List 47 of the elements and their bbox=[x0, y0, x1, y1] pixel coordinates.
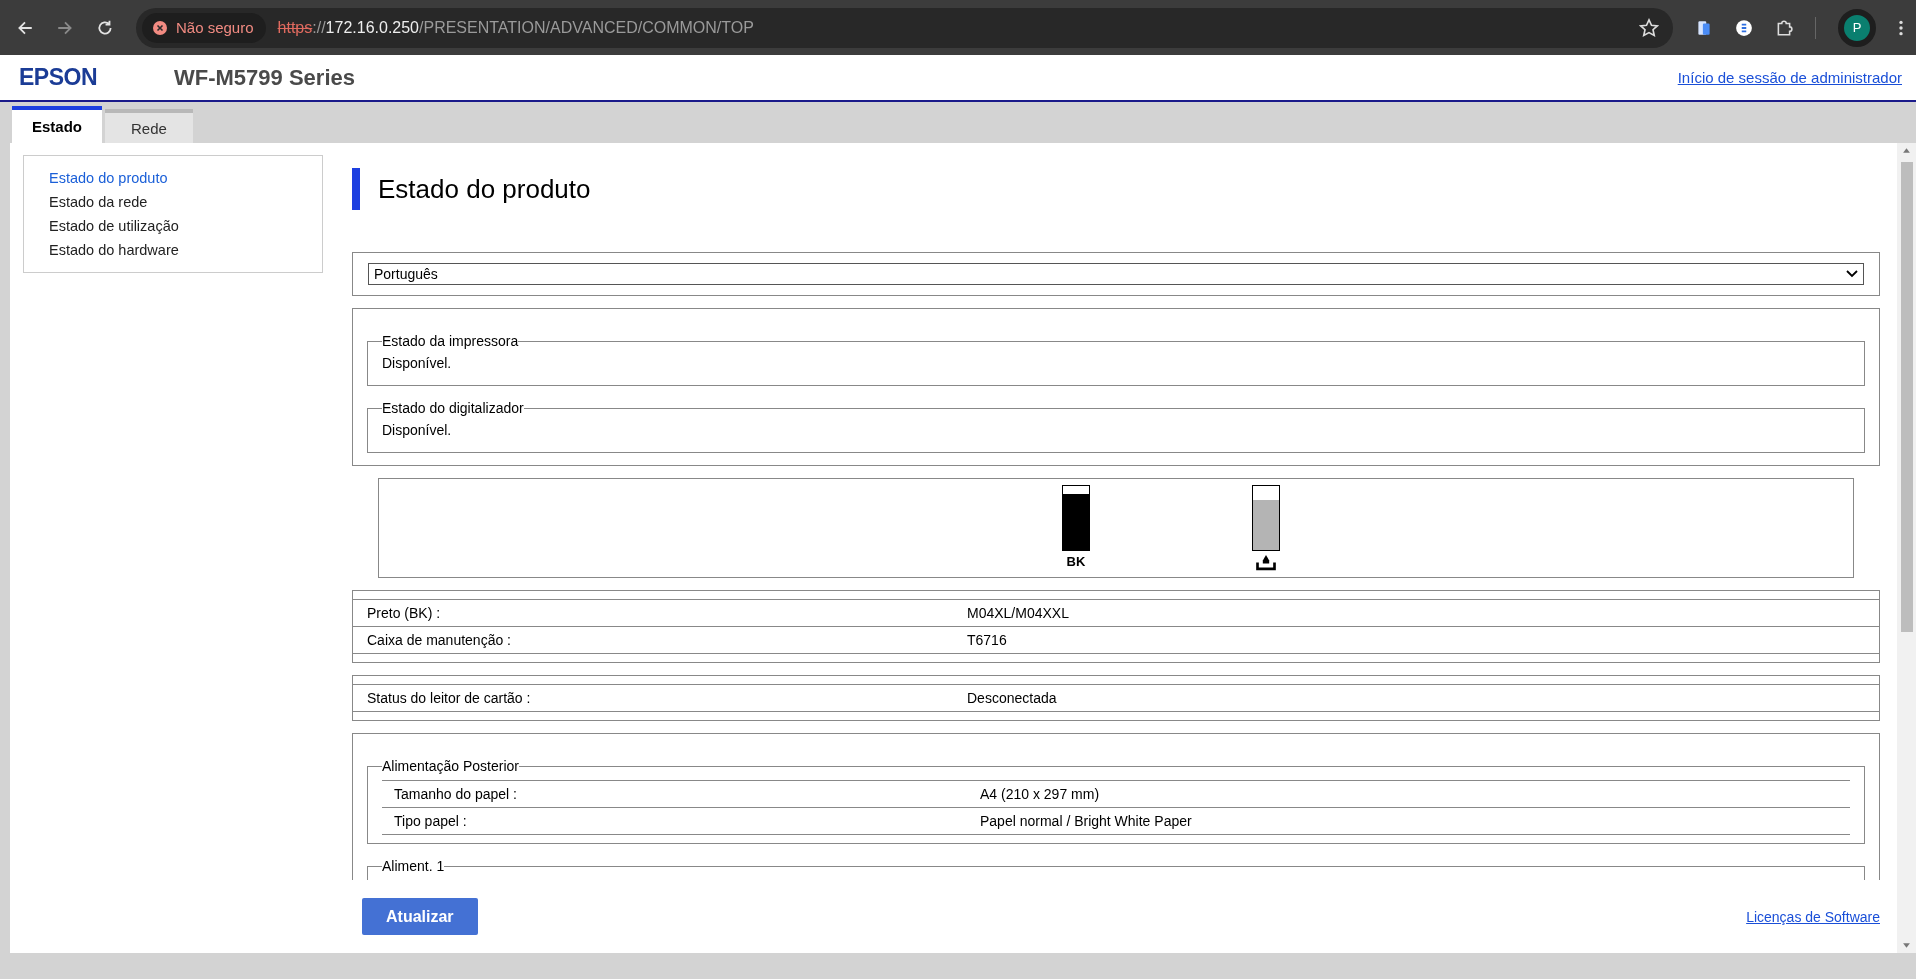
sidebar-item[interactable]: Estado do hardware bbox=[49, 242, 322, 258]
page-title: Estado do produto bbox=[352, 168, 1880, 210]
tab[interactable]: Rede bbox=[105, 109, 193, 143]
row-label: Status do leitor de cartão : bbox=[367, 690, 532, 706]
row-value: Desconectada bbox=[967, 690, 1057, 706]
row-value: A4 (210 x 297 mm) bbox=[980, 786, 1100, 802]
row-value: T6716 bbox=[967, 632, 1007, 648]
url-text: https://172.16.0.250/PRESENTATION/ADVANCED/COMMON/TOP bbox=[277, 18, 755, 37]
star-icon[interactable] bbox=[1639, 17, 1659, 38]
language-select[interactable]: Português bbox=[368, 263, 1864, 285]
row-label: Caixa de manutenção : bbox=[367, 632, 512, 648]
row-label: Preto (BK) : bbox=[367, 605, 442, 621]
group-legend: Alimentação Posterior bbox=[382, 758, 519, 774]
security-chip[interactable]: Não seguro bbox=[142, 12, 266, 43]
group-legend: Estado da impressora bbox=[382, 333, 519, 349]
sidebar-item[interactable]: Estado da rede bbox=[49, 194, 322, 210]
row-label: Tamanho do papel : bbox=[394, 786, 518, 802]
phone-icon[interactable] bbox=[1695, 18, 1713, 37]
puzzle-icon[interactable] bbox=[1775, 18, 1793, 37]
group-legend: Estado do digitalizador bbox=[382, 400, 524, 416]
admin-login-link[interactable]: Início de sessão de administrador bbox=[1677, 69, 1902, 86]
reload-icon[interactable] bbox=[96, 18, 114, 37]
row-value: Papel normal / Bright White Paper bbox=[980, 813, 1192, 829]
model-title: WF-M5799 Series bbox=[174, 64, 356, 91]
scrollbar[interactable] bbox=[1897, 143, 1916, 953]
scrollbar-thumb[interactable] bbox=[1900, 162, 1913, 632]
sidebar-item[interactable]: Estado do produto bbox=[49, 170, 322, 186]
chevron-icon bbox=[1846, 270, 1858, 278]
sidebar-item[interactable]: Estado de utilização bbox=[49, 218, 322, 234]
maintenance-box-icon bbox=[1255, 554, 1277, 571]
status-text: Disponível. bbox=[382, 355, 453, 371]
logo: EPSON bbox=[19, 64, 99, 91]
profile-avatar[interactable]: P bbox=[1838, 8, 1876, 47]
status-text: Disponível. bbox=[382, 422, 453, 438]
menu-icon[interactable] bbox=[1898, 18, 1904, 37]
row-value: M04XL/M04XXL bbox=[967, 605, 1069, 621]
address-bar[interactable]: Não seguro https://172.16.0.250/PRESENTATION/ADVANCED/COMMON/TOP bbox=[136, 7, 1673, 48]
refresh-button[interactable]: Atualizar bbox=[362, 898, 478, 935]
group-legend: Aliment. 1 bbox=[382, 858, 445, 874]
software-licenses-link[interactable]: Licenças de Software bbox=[1746, 908, 1880, 925]
extension-icon[interactable] bbox=[1735, 18, 1753, 37]
tab[interactable]: Estado bbox=[12, 106, 102, 143]
scroll-up-icon[interactable] bbox=[1902, 147, 1911, 154]
scroll-down-icon[interactable] bbox=[1902, 942, 1911, 949]
warning-icon bbox=[152, 19, 168, 36]
ink-label: BK bbox=[1066, 554, 1086, 569]
row-label: Tipo papel : bbox=[394, 813, 468, 829]
